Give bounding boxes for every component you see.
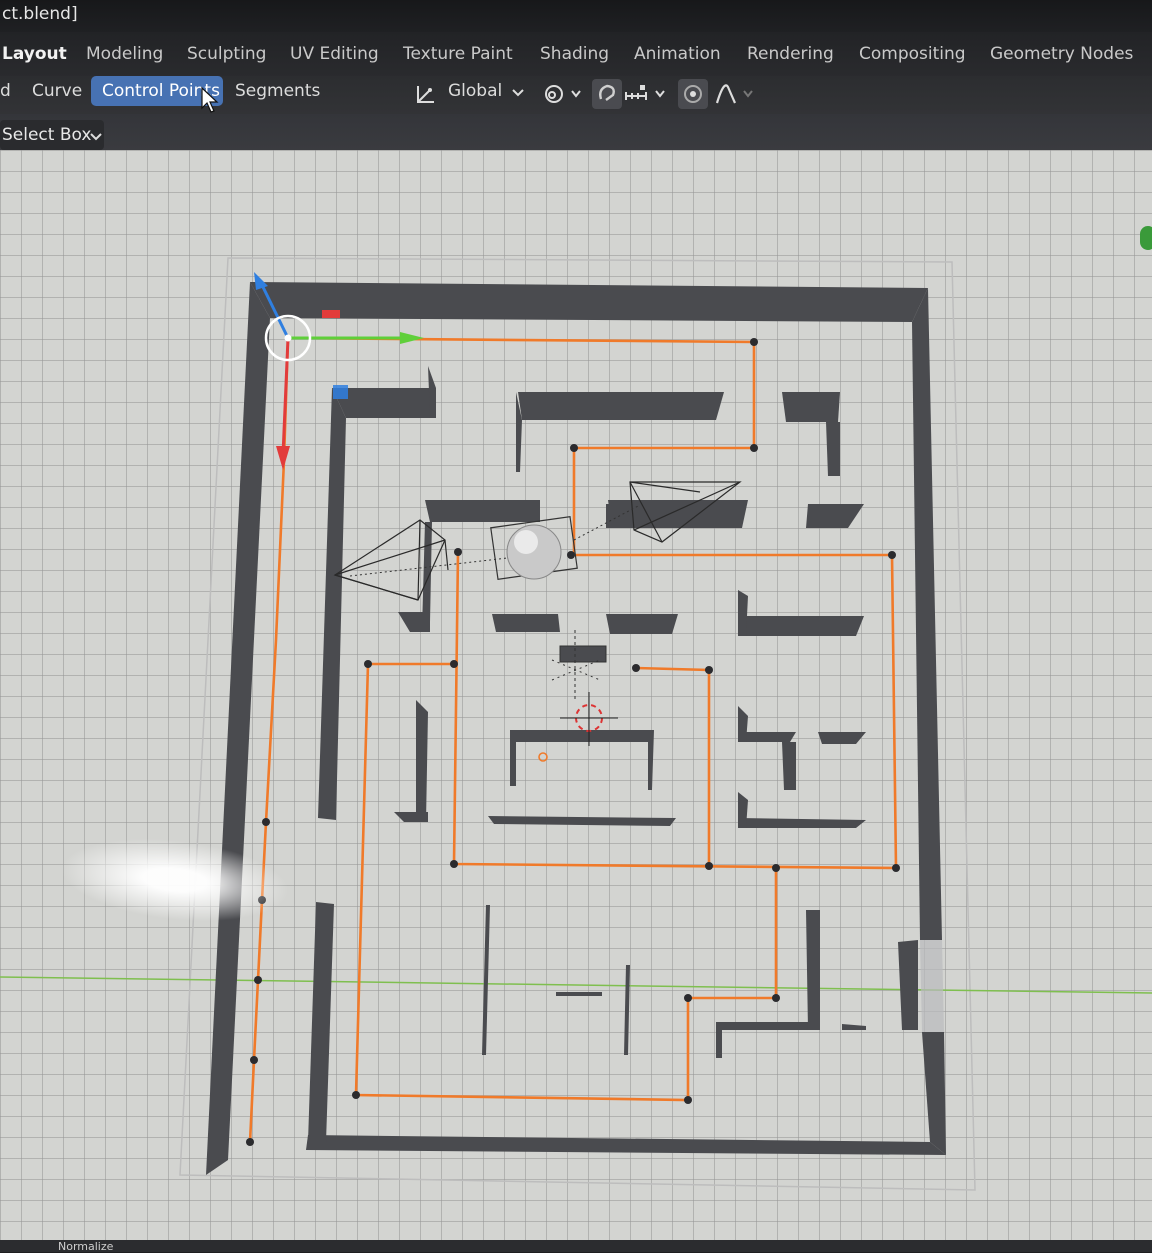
tab-texture-paint[interactable]: Texture Paint [403,44,513,64]
mouse-cursor-icon [201,86,219,113]
status-bar: Normalize [0,1240,1152,1253]
control-point[interactable] [570,444,578,452]
control-point[interactable] [684,1096,692,1104]
control-point[interactable] [892,864,900,872]
chevron-down-icon [512,89,524,97]
snap-increment-icon[interactable] [624,82,672,106]
tab-modeling[interactable]: Modeling [86,44,163,64]
control-point[interactable] [567,551,575,559]
light-object [551,630,607,700]
snap-icon [599,84,615,101]
sphere-object [490,516,578,580]
title-bar: ct.blend] [0,0,1152,32]
pivot-point-icon[interactable] [542,82,584,106]
inner-walls [308,366,866,1142]
control-point[interactable] [364,660,372,668]
select-mode-segments-button[interactable]: Segments [235,81,320,101]
tab-uv-editing[interactable]: UV Editing [290,44,379,64]
menu-curve[interactable]: Curve [32,81,82,101]
control-point[interactable] [450,660,458,668]
tab-geometry-nodes[interactable]: Geometry Nodes [990,44,1133,64]
control-point[interactable] [632,664,640,672]
control-point[interactable] [352,1091,360,1099]
control-point[interactable] [262,818,270,826]
outer-wall-shade [920,940,944,1032]
control-point[interactable] [705,862,713,870]
control-point[interactable] [888,551,896,559]
control-point[interactable] [450,860,458,868]
tab-rendering[interactable]: Rendering [747,44,834,64]
transform-orientation-icon[interactable] [414,82,438,106]
tab-animation[interactable]: Animation [634,44,721,64]
control-point[interactable] [246,1138,254,1146]
control-point[interactable] [254,976,262,984]
control-point[interactable] [454,548,462,556]
snap-toggle-button[interactable] [592,79,622,109]
control-point[interactable] [684,994,692,1002]
select-box-dropdown[interactable]: Select Box [0,120,104,150]
maze-scene [0,257,1152,1191]
control-point[interactable] [750,338,758,346]
transform-orientation-select[interactable]: Global [448,81,502,101]
x-axis-line [0,976,1152,994]
proportional-editing-icon [684,85,702,103]
window-title: ct.blend] [2,4,78,24]
tab-compositing[interactable]: Compositing [859,44,966,64]
control-point[interactable] [772,864,780,872]
chevron-down-icon [90,133,102,141]
control-point[interactable] [250,1056,258,1064]
control-point[interactable] [750,444,758,452]
select-box-label: Select Box [2,125,92,145]
control-point[interactable] [705,666,713,674]
tab-layout[interactable]: Layout [2,44,67,64]
workspace-tabs: Layout Modeling Sculpting UV Editing Tex… [0,32,1152,78]
header-toolbar: d Curve Control Points Segments Global [0,76,1152,114]
falloff-curve-icon[interactable] [714,82,754,106]
proportional-editing-button[interactable] [678,79,708,109]
status-text: Normalize [58,1240,114,1253]
control-point[interactable] [772,994,780,1002]
3d-viewport[interactable] [0,150,1152,1240]
menu-add[interactable]: d [0,81,11,101]
tab-sculpting[interactable]: Sculpting [187,44,266,64]
origin-point [538,752,548,762]
navigation-gizmo-edge[interactable] [1140,226,1152,250]
tab-shading[interactable]: Shading [540,44,609,64]
